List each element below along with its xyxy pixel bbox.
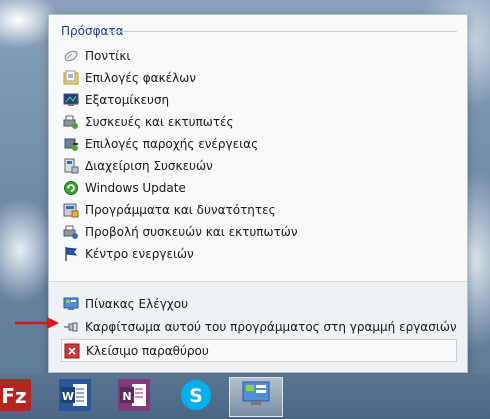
onenote-icon: N — [117, 378, 151, 416]
recent-item-folder-options[interactable]: Επιλογές φακέλων — [63, 67, 455, 89]
taskbar-word[interactable]: W — [55, 378, 95, 416]
section-divider — [109, 31, 457, 32]
task-pin-to-taskbar[interactable]: Καρφίτσωμα αυτού του προγράμματος στη γρ… — [61, 315, 457, 338]
recent-item-label: Επιλογές φακέλων — [85, 71, 196, 85]
recent-item-label: Επιλογές παροχής ενέργειας — [85, 137, 259, 151]
control-panel-taskbar-icon — [240, 379, 272, 415]
recent-item-label: Κέντρο ενεργειών — [85, 247, 194, 261]
recent-item-device-manager[interactable]: Διαχείριση Συσκευών — [63, 155, 455, 177]
filezilla-icon: Fz — [0, 378, 31, 416]
pin-icon — [63, 319, 79, 335]
recent-item-personalization[interactable]: Εξατομίκευση — [63, 89, 455, 111]
svg-text:N: N — [122, 390, 131, 403]
recent-item-label: Συσκευές και εκτυπωτές — [85, 115, 234, 129]
taskbar-control-panel[interactable] — [229, 377, 283, 417]
recent-item-windows-update[interactable]: Windows Update — [63, 177, 455, 199]
programs-features-icon — [63, 202, 79, 218]
task-list: Πίνακας Ελέγχου Καρφίτσωμα αυτού του προ… — [61, 292, 457, 362]
task-control-panel[interactable]: Πίνακας Ελέγχου — [61, 292, 457, 315]
annotation-arrow — [15, 317, 59, 329]
recent-item-view-devices-printers[interactable]: Προβολή συσκευών και εκτυπωτών — [63, 221, 455, 243]
recent-item-label: Ποντίκι — [85, 49, 131, 63]
power-options-icon — [63, 136, 79, 152]
taskbar-onenote[interactable]: N — [114, 378, 154, 416]
recent-item-devices-printers[interactable]: Συσκευές και εκτυπωτές — [63, 111, 455, 133]
recent-item-action-center[interactable]: Κέντρο ενεργειών — [63, 243, 455, 265]
taskbar-filezilla[interactable]: Fz — [0, 378, 34, 416]
mouse-icon — [63, 48, 79, 64]
tasks-section: Πίνακας Ελέγχου Καρφίτσωμα αυτού του προ… — [49, 281, 467, 372]
svg-text:Fz: Fz — [1, 384, 26, 408]
windows-update-icon — [63, 180, 79, 196]
control-panel-icon — [63, 296, 79, 312]
personalization-icon — [63, 92, 79, 108]
device-manager-icon — [63, 158, 79, 174]
recent-item-label: Διαχείριση Συσκευών — [85, 159, 213, 173]
taskbar-skype[interactable]: S — [176, 378, 216, 416]
svg-text:S: S — [189, 385, 203, 407]
devices-printers-icon — [63, 114, 79, 130]
recent-item-label: Προβολή συσκευών και εκτυπωτών — [85, 225, 298, 239]
skype-icon: S — [179, 378, 213, 416]
recent-item-mouse[interactable]: Ποντίκι — [63, 45, 455, 67]
word-icon: W — [58, 378, 92, 416]
task-label: Καρφίτσωμα αυτού του προγράμματος στη γρ… — [85, 319, 457, 334]
close-window-icon — [64, 343, 80, 359]
task-label: Πίνακας Ελέγχου — [85, 296, 189, 311]
view-devices-printers-icon — [63, 224, 79, 240]
recent-item-programs-features[interactable]: Προγράμματα και δυνατότητες — [63, 199, 455, 221]
svg-text:W: W — [62, 390, 74, 403]
recent-list: Ποντίκι Επιλογές φακέλων Εξατομίκευση Συ… — [63, 45, 455, 265]
task-label: Κλείσιμο παραθύρου — [86, 343, 209, 358]
task-close-window[interactable]: Κλείσιμο παραθύρου — [61, 339, 457, 362]
recent-item-label: Windows Update — [85, 181, 186, 195]
folder-options-icon — [63, 70, 79, 86]
taskbar: Fz W N S — [0, 374, 490, 419]
recent-item-power-options[interactable]: Επιλογές παροχής ενέργειας — [63, 133, 455, 155]
recent-item-label: Εξατομίκευση — [85, 93, 170, 107]
recent-item-label: Προγράμματα και δυνατότητες — [85, 203, 276, 217]
action-center-flag-icon — [63, 246, 79, 262]
jump-list: Πρόσφατα Ποντίκι Επιλογές φακέλων Εξατομ… — [48, 14, 468, 373]
